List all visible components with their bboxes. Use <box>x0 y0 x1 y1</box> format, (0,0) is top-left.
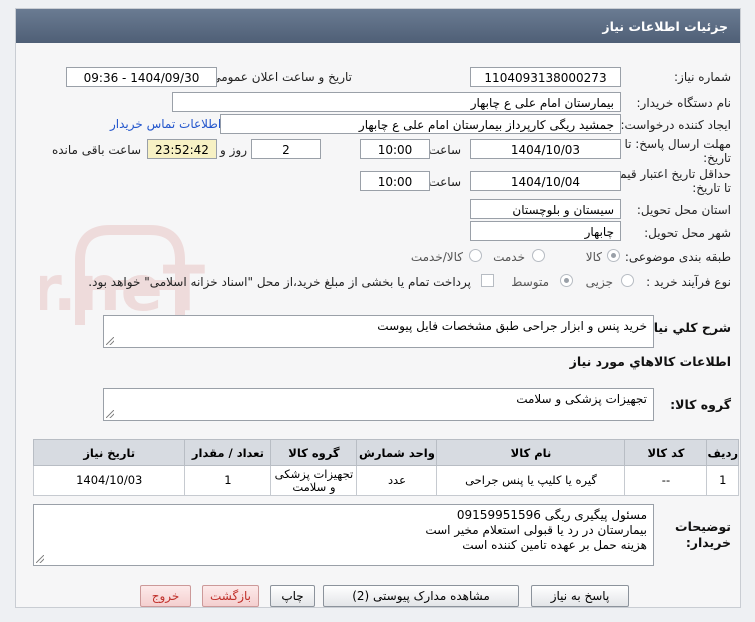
buyer-notes-textarea[interactable]: مسئول پیگیری ریگی 09159951596 بیمارستان … <box>33 504 654 566</box>
goods-group-textarea[interactable]: تجهیزات پزشکی و سلامت <box>103 388 654 421</box>
category-service-radio[interactable] <box>532 249 545 262</box>
payment-note: پرداخت تمام یا بخشی از مبلغ خرید،از محل … <box>88 275 471 289</box>
col-header-code: کد کالا <box>624 439 708 466</box>
category-both-radio[interactable] <box>469 249 482 262</box>
print-button[interactable]: چاپ <box>270 585 315 607</box>
treasury-checkbox[interactable] <box>481 274 494 287</box>
col-header-row-no: ردیف <box>706 439 739 466</box>
cell-row-no: 1 <box>706 465 739 496</box>
city-label: شهر محل تحویل: <box>644 226 731 240</box>
resize-grip-icon[interactable] <box>106 410 114 418</box>
category-service-label: خدمت <box>493 250 525 264</box>
validity-time-field: 10:00 <box>360 171 430 191</box>
days-label: روز و <box>220 143 247 157</box>
buyer-notes-line: هزینه حمل بر عهده تامین کننده است <box>462 538 647 552</box>
back-button[interactable]: بازگشت <box>202 585 259 607</box>
goods-info-heading: اطلاعات کالاهاي مورد نياز <box>569 354 731 369</box>
province-field: سیستان و بلوچستان <box>470 199 621 219</box>
cell-code: -- <box>624 465 708 496</box>
deadline-time-field: 10:00 <box>360 139 430 159</box>
goods-table: ردیف کد کالا نام کالا واحد شمارش گروه کا… <box>32 439 739 496</box>
buyer-org-label: نام دستگاه خریدار: <box>636 96 732 110</box>
page-title: جزئیات اطلاعات نیاز <box>16 9 740 43</box>
buyer-notes-line: مسئول پیگیری ریگی 09159951596 <box>456 508 647 522</box>
city-field: چابهار <box>470 221 621 241</box>
col-header-name: نام کالا <box>436 439 626 466</box>
view-documents-button[interactable]: مشاهده مدارک پیوستی (2) <box>323 585 519 607</box>
description-textarea[interactable]: خرید پنس و ابزار جراحی طبق مشخصات فایل پ… <box>103 315 654 348</box>
category-goods-radio[interactable] <box>607 249 620 262</box>
category-both-label: کالا/خدمت <box>410 250 463 264</box>
creator-label: ایجاد کننده درخواست: <box>620 118 731 132</box>
col-header-need-date: تاریخ نیاز <box>32 439 186 466</box>
description-text: خرید پنس و ابزار جراحی طبق مشخصات فایل پ… <box>377 319 647 333</box>
validity-date-field: 1404/10/04 <box>470 171 621 191</box>
buyer-notes-label: توضیحات خریدار: <box>675 519 731 550</box>
category-goods-label: کالا <box>585 250 602 264</box>
table-row[interactable]: 1 -- گیره یا کلیپ یا پنس جراحی عدد تجهیز… <box>32 465 739 496</box>
process-label: نوع فرآیند خرید : <box>646 275 731 289</box>
table-header-row: ردیف کد کالا نام کالا واحد شمارش گروه کا… <box>32 439 739 466</box>
process-minor-radio[interactable] <box>621 274 634 287</box>
buyer-org-field: بیمارستان امام علی ع چابهار <box>172 92 621 112</box>
need-number-label: شماره نیاز: <box>674 70 731 84</box>
need-number-field: 1104093138000273 <box>470 67 621 87</box>
cell-group: تجهیزات پزشکی و سلامت <box>270 465 358 496</box>
process-medium-radio[interactable] <box>560 274 573 287</box>
resize-grip-icon[interactable] <box>106 337 114 345</box>
reply-button[interactable]: پاسخ به نیاز <box>531 585 629 607</box>
buyer-contact-link[interactable]: اطلاعات تماس خریدار <box>110 117 221 131</box>
province-label: استان محل تحویل: <box>636 203 731 217</box>
resize-grip-icon[interactable] <box>36 555 44 563</box>
description-label: شرح کلي نياز: <box>641 320 731 335</box>
cell-quantity: 1 <box>184 465 272 496</box>
col-header-group: گروه کالا <box>270 439 358 466</box>
announce-datetime-field: 1404/09/30 - 09:36 <box>66 67 217 87</box>
days-field: 2 <box>251 139 321 159</box>
category-label: طبقه بندی موضوعی: <box>624 250 731 264</box>
announce-label: تاریخ و ساعت اعلان عمومی: <box>207 70 352 84</box>
validity-time-label: ساعت <box>428 175 461 189</box>
goods-group-text: تجهیزات پزشکی و سلامت <box>516 392 647 406</box>
cell-name: گیره یا کلیپ یا پنس جراحی <box>436 465 626 496</box>
col-header-quantity: تعداد / مقدار <box>184 439 272 466</box>
cell-unit: عدد <box>356 465 438 496</box>
process-medium-label: متوسط <box>511 275 549 289</box>
col-header-unit: واحد شمارش <box>356 439 438 466</box>
remaining-time-field: 23:52:42 <box>147 139 217 159</box>
process-minor-label: جزیی <box>585 275 613 289</box>
deadline-time-label: ساعت <box>428 143 461 157</box>
buyer-notes-line: بیمارستان در رد یا قبولی استعلام مخیر اس… <box>425 523 647 537</box>
exit-button[interactable]: خروج <box>140 585 191 607</box>
deadline-date-field: 1404/10/03 <box>470 139 621 159</box>
remaining-label: ساعت باقی مانده <box>51 143 141 157</box>
creator-field: جمشید ریگی کارپرداز بیمارستان امام علی ع… <box>220 114 621 134</box>
cell-need-date: 1404/10/03 <box>32 465 186 496</box>
goods-group-label: گروه کالا: <box>670 397 731 412</box>
